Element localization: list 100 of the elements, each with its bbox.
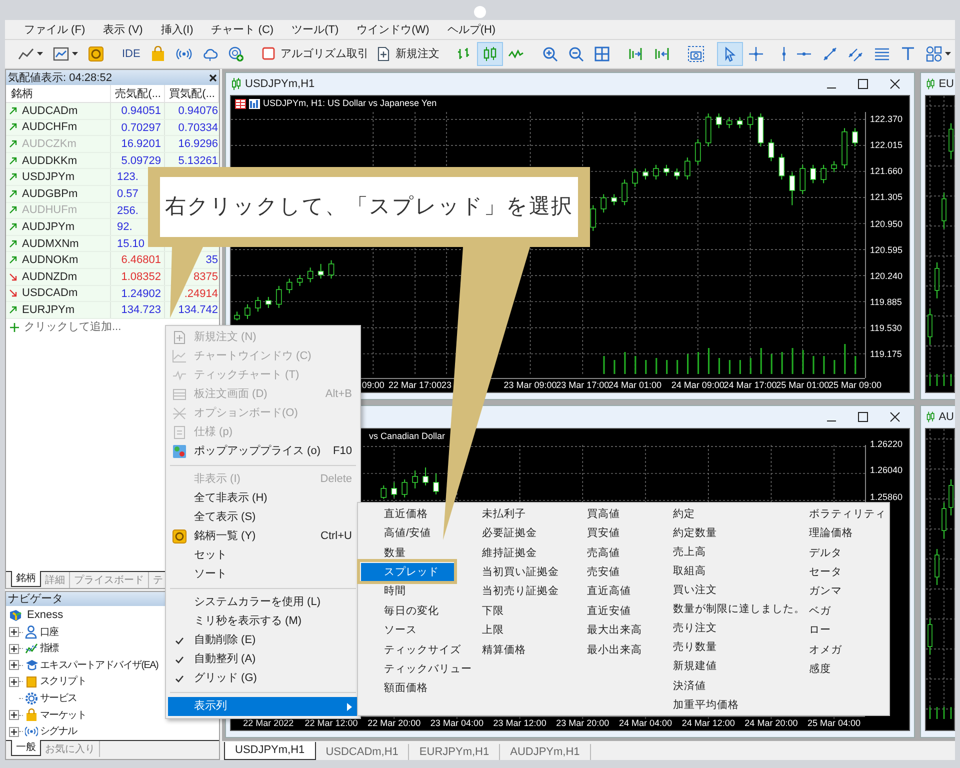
algo-trading-button[interactable]: アルゴリズム取引 [257,43,372,65]
menu-item[interactable]: 銘柄一覧 (Y) Ctrl+U [168,527,358,546]
menu-item[interactable]: 自動整列 (A) [168,650,358,669]
column-header[interactable]: 買気配(... [165,85,219,102]
menu-item[interactable]: セット [168,546,358,565]
cursor-button[interactable] [717,42,744,66]
tree-item[interactable]: Exness [27,607,64,624]
add-symbol-link[interactable]: クリックして追加... [24,319,122,336]
chart-tab[interactable]: USDCADm,H1 [316,744,410,760]
minimize-icon [826,87,836,89]
menu-item[interactable]: 全て非表示 (H) [168,489,358,508]
menu-item[interactable]: ウインドウ(W) [348,20,438,40]
menu-item[interactable]: 時間 [361,582,454,602]
menu-item[interactable]: ティックサイズ [361,640,463,660]
menu-item[interactable]: チャート (C) [202,20,283,40]
menu-item[interactable]: 全て表示 (S) [168,508,358,527]
tree-item[interactable]: 指標 [40,641,58,656]
menu-item[interactable]: 決済値 [673,676,706,696]
new-order-button[interactable]: 新規注文 [372,43,444,65]
menu-item[interactable]: 高値/安値 [361,524,454,544]
chart-tab[interactable]: EURJPYm,H1 [409,744,500,760]
menu-item[interactable]: ティックバリュー [361,660,474,680]
ide-button[interactable]: IDE [117,43,146,65]
tree-item[interactable]: スクリプト [40,674,86,690]
menu-item[interactable]: 当初売り証拠金 [482,582,559,602]
column-header[interactable]: 売気配(... [111,85,165,102]
menu-item[interactable]: 直近安値 [587,602,631,622]
menu-item[interactable]: ロー [809,621,831,641]
menu-item[interactable]: 直近価格 [361,505,454,524]
candlestick-button[interactable] [477,42,504,66]
tree-item[interactable]: 口座 [40,624,58,640]
symbol-cell-text: AUDGBPm [22,186,78,202]
menu-item[interactable]: オメガ [809,640,842,660]
menu-item[interactable]: ファイル (F) [15,20,94,40]
callout-text: 右クリックして、「スプレッド」を選択 [165,194,573,220]
menu-item[interactable]: 額面価格 [361,680,454,699]
tab[interactable]: 銘柄 [11,571,41,588]
submenu-item[interactable]: 表示列 [168,697,358,716]
menu-item[interactable]: デルタ [809,544,842,564]
menu-item[interactable]: 売高値 [587,544,620,564]
menu-item[interactable]: 維持証拠金 [482,544,537,564]
menu-item[interactable]: 売り数量 [673,638,717,658]
menu-item[interactable]: 売安値 [587,563,620,583]
ask-cell: 0.70334 [178,122,218,134]
menu-item[interactable]: 直近高値 [587,582,631,602]
candle [800,164,806,195]
chart-tab[interactable]: USDJPYm,H1 [224,742,316,760]
symbol-cell-text: AUDDKKm [22,154,78,169]
menu-item[interactable]: ガンマ [809,582,842,602]
bid-cell: 0.70297 [111,120,165,136]
menu-item[interactable]: 約定 [673,505,695,524]
menu-item[interactable]: ツール(T) [282,20,348,40]
tree-item[interactable]: マーケット [40,708,86,723]
menu-item[interactable]: 上限 [482,621,504,641]
checkmark-icon [174,674,184,682]
menu-item[interactable]: ソート [168,565,358,584]
menu-item[interactable]: 新規建値 [673,658,717,677]
menu-item[interactable]: システムカラーを使用 (L) [168,593,358,612]
menu-item[interactable]: 加重平均価格 [673,696,739,716]
menu-item[interactable]: 最大出来高 [587,621,642,641]
menu-item[interactable]: 最小出来高 [587,640,642,660]
symbol-cell-text: AUDNZDm [22,270,77,285]
menu-item[interactable]: 約定数量 [673,524,717,544]
tree-item[interactable]: サービス [40,691,77,706]
menu-item[interactable]: 表示 (V) [94,20,152,40]
menu-item[interactable]: 売り注文 [673,620,717,639]
menu-item[interactable]: 取組高 [673,562,706,582]
menu-item[interactable]: 未払利子 [482,505,526,524]
menu-item[interactable]: 買い注文 [673,581,717,600]
menu-item[interactable]: 下限 [482,602,504,622]
menu-item[interactable]: 数量 [361,544,454,564]
new-order-icon [376,46,392,62]
menu-item[interactable]: 買高値 [587,505,620,524]
menu-item[interactable]: グリッド (G) [168,669,358,688]
menu-item[interactable]: 買安値 [587,524,620,544]
menu-item[interactable]: 当初買い証拠金 [482,563,559,583]
menu-item[interactable]: 理論価格 [809,524,853,544]
menu-item[interactable]: 数量が制限に達しました。 [673,600,805,620]
tab[interactable]: 一般 [11,740,41,756]
menu-item[interactable]: ソース [361,621,454,641]
menu-item[interactable]: セータ [809,563,842,583]
menu-item[interactable]: ヘルプ(H) [438,20,505,40]
tree-item[interactable]: シグナル [40,724,77,740]
chart-tab[interactable]: AUDJPYm,H1 [500,744,591,760]
menu-item[interactable]: 自動削除 (E) [168,631,358,650]
candle [642,168,648,180]
column-header[interactable]: 銘柄 [6,85,111,102]
menu-item[interactable]: 感度 [809,660,831,680]
menu-item[interactable]: ベガ [809,602,831,622]
menu-item[interactable]: ボラティリティ [809,505,886,524]
tree-item[interactable]: エキスパートアドバイザ(EA) [40,658,158,673]
window-title: USDJPYm,H1 [245,76,315,92]
menu-item[interactable]: ミリ秒を表示する (M) [168,612,358,631]
menu-item[interactable]: スプレッド [361,563,454,583]
menu-item[interactable]: 必要証拠金 [482,524,537,544]
menu-item[interactable]: ポップアッププライス (o) F10 [168,442,358,461]
menu-item[interactable]: 挿入(I) [152,20,202,40]
menu-item[interactable]: 精算価格 [482,640,526,660]
menu-item[interactable]: 売上高 [673,543,706,562]
menu-item[interactable]: 毎日の変化 [361,602,454,622]
